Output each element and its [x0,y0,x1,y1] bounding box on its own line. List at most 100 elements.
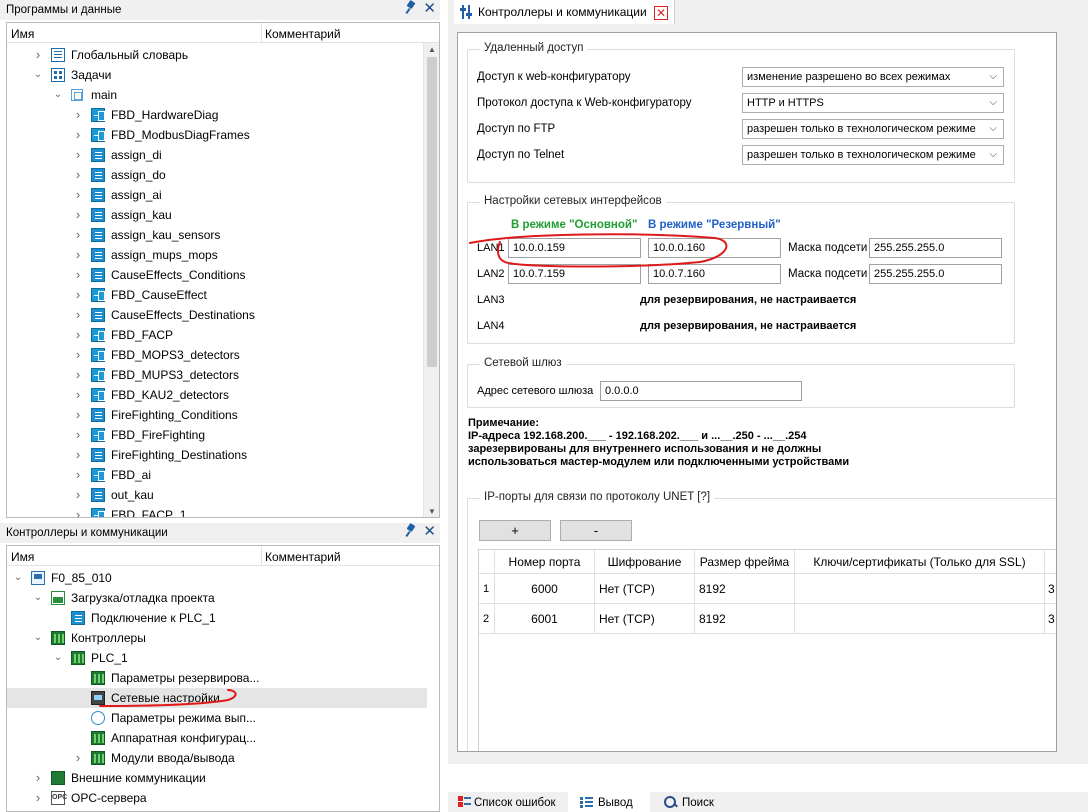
gateway-input[interactable]: 0.0.0.0 [600,381,802,401]
chevron-right-icon[interactable]: › [73,485,83,505]
chevron-down-icon[interactable]: ⌄ [33,628,43,648]
tree-item[interactable]: › assign_di [7,145,427,165]
add-port-button[interactable]: + [479,520,551,541]
lan1-mask-input[interactable]: 255.255.255.0 [869,238,1002,258]
close-icon[interactable]: ✕ [423,524,436,540]
pin-icon[interactable] [405,1,417,15]
chevron-right-icon[interactable]: › [73,345,83,365]
ftp-access-select[interactable]: разрешен только в технологическом режиме… [742,119,1004,139]
tree-item[interactable]: ⌄ F0_85_010 [7,568,427,588]
chevron-right-icon[interactable]: › [73,445,83,465]
tree-item[interactable]: › assign_kau [7,205,427,225]
tree-item[interactable]: › FBD_CauseEffect [7,285,427,305]
tree-item[interactable]: › FireFighting_Destinations [7,445,427,465]
chevron-down-icon[interactable]: ⌄ [33,588,43,608]
column-header-comment[interactable]: Комментарий [265,27,341,41]
chevron-right-icon[interactable]: › [33,788,43,808]
web-configurator-access-select[interactable]: изменение разрешено во всех режимах ⌵ [742,67,1004,87]
telnet-access-select[interactable]: разрешен только в технологическом режиме… [742,145,1004,165]
tree-item[interactable]: Параметры режима вып... [7,708,427,728]
tree-item[interactable]: Аппаратная конфигурац... [7,728,427,748]
unet-ports-title[interactable]: IP-порты для связи по протоколу UNET [?] [480,491,715,503]
chevron-right-icon[interactable]: › [73,105,83,125]
column-header-port[interactable]: Номер порта [495,550,595,574]
lan1-reserve-ip-input[interactable]: 10.0.0.160 [648,238,781,258]
chevron-right-icon[interactable]: › [73,205,83,225]
chevron-right-icon[interactable]: › [73,405,83,425]
chevron-right-icon[interactable]: › [73,425,83,445]
tab-error-list[interactable]: Список ошибок [456,792,566,812]
encryption-cell[interactable]: Нет (TCP) [595,604,695,634]
tree-item[interactable]: › FBD_ai [7,465,427,485]
chevron-right-icon[interactable]: › [73,465,83,485]
keys-cell[interactable] [795,574,1045,604]
chevron-right-icon[interactable]: › [73,185,83,205]
tree-item[interactable]: Сетевые настройки [7,688,427,708]
tab-search[interactable]: Поиск [656,792,726,812]
chevron-right-icon[interactable]: › [73,285,83,305]
tree-item[interactable]: ⌄ Контроллеры [7,628,427,648]
port-cell[interactable]: 6000 [495,574,595,604]
close-tab-icon[interactable]: ✕ [654,5,669,20]
tab-controllers-communications[interactable]: Контроллеры и коммуникации ✕ [454,0,676,24]
tree-item[interactable]: › FBD_FACP [7,325,427,345]
column-header-name[interactable]: Имя [11,27,34,41]
chevron-right-icon[interactable]: › [73,305,83,325]
tree-item[interactable]: › FBD_FACP_1 [7,505,427,517]
chevron-down-icon[interactable]: ⌄ [53,648,63,668]
lan1-main-ip-input[interactable]: 10.0.0.159 [508,238,641,258]
chevron-right-icon[interactable]: › [73,365,83,385]
chevron-right-icon[interactable]: › [73,145,83,165]
chevron-right-icon[interactable]: › [73,265,83,285]
tree-item[interactable]: ⌄ Загрузка/отладка проекта [7,588,427,608]
tree-item[interactable]: › FBD_HardwareDiag [7,105,427,125]
tree-item[interactable]: › assign_do [7,165,427,185]
chevron-down-icon[interactable]: ⌄ [13,568,23,588]
tree-item[interactable]: Параметры резервирова... [7,668,427,688]
column-header-keys[interactable]: Ключи/сертификаты (Только для SSL) [795,550,1045,574]
tree-item[interactable]: › Глобальный словарь [7,45,427,65]
chevron-down-icon[interactable]: ⌄ [53,85,63,105]
tree-item[interactable]: › CauseEffects_Destinations [7,305,427,325]
lan2-reserve-ip-input[interactable]: 10.0.7.160 [648,264,781,284]
lan2-main-ip-input[interactable]: 10.0.7.159 [508,264,641,284]
chevron-right-icon[interactable]: › [73,748,83,768]
chevron-right-icon[interactable]: › [73,165,83,185]
tree-item[interactable]: › CauseEffects_Conditions [7,265,427,285]
lan2-mask-input[interactable]: 255.255.255.0 [869,264,1002,284]
tree-item[interactable]: › assign_mups_mops [7,245,427,265]
column-header-name[interactable]: Имя [11,550,34,564]
encryption-cell[interactable]: Нет (TCP) [595,574,695,604]
column-header-encryption[interactable]: Шифрование [595,550,695,574]
remove-port-button[interactable]: - [560,520,632,541]
column-header-comment[interactable]: Комментарий [265,550,341,564]
tree-item[interactable]: › FBD_KAU2_detectors [7,385,427,405]
chevron-right-icon[interactable]: › [73,325,83,345]
chevron-right-icon[interactable]: › [73,245,83,265]
chevron-right-icon[interactable]: › [73,385,83,405]
tree-item[interactable]: › FBD_ModbusDiagFrames [7,125,427,145]
programs-scrollbar[interactable]: ▲ ▼ [423,43,439,517]
chevron-down-icon[interactable]: ⌄ [33,65,43,85]
tab-output[interactable]: Вывод [568,792,650,812]
port-cell[interactable]: 6001 [495,604,595,634]
tree-item[interactable]: › out_kau [7,485,427,505]
keys-cell[interactable] [795,604,1045,634]
tree-item[interactable]: › FireFighting_Conditions [7,405,427,425]
tree-item[interactable]: › assign_ai [7,185,427,205]
tree-item[interactable]: › FBD_FireFighting [7,425,427,445]
tree-item[interactable]: › assign_kau_sensors [7,225,427,245]
tree-item[interactable]: ⌄ main [7,85,427,105]
chevron-right-icon[interactable]: › [73,125,83,145]
chevron-right-icon[interactable]: › [33,45,43,65]
tree-item[interactable]: › Модули ввода/вывода [7,748,427,768]
pin-icon[interactable] [405,524,417,538]
column-header-frame-size[interactable]: Размер фрейма [695,550,795,574]
tree-item[interactable]: ⌄ PLC_1 [7,648,427,668]
tree-item[interactable]: › FBD_MOPS3_detectors [7,345,427,365]
frame-size-cell[interactable]: 8192 [695,574,795,604]
chevron-right-icon[interactable]: › [73,225,83,245]
chevron-right-icon[interactable]: › [73,505,83,517]
scrollbar-thumb[interactable] [427,57,437,367]
tree-item[interactable]: › OPC OPC-сервера [7,788,427,808]
